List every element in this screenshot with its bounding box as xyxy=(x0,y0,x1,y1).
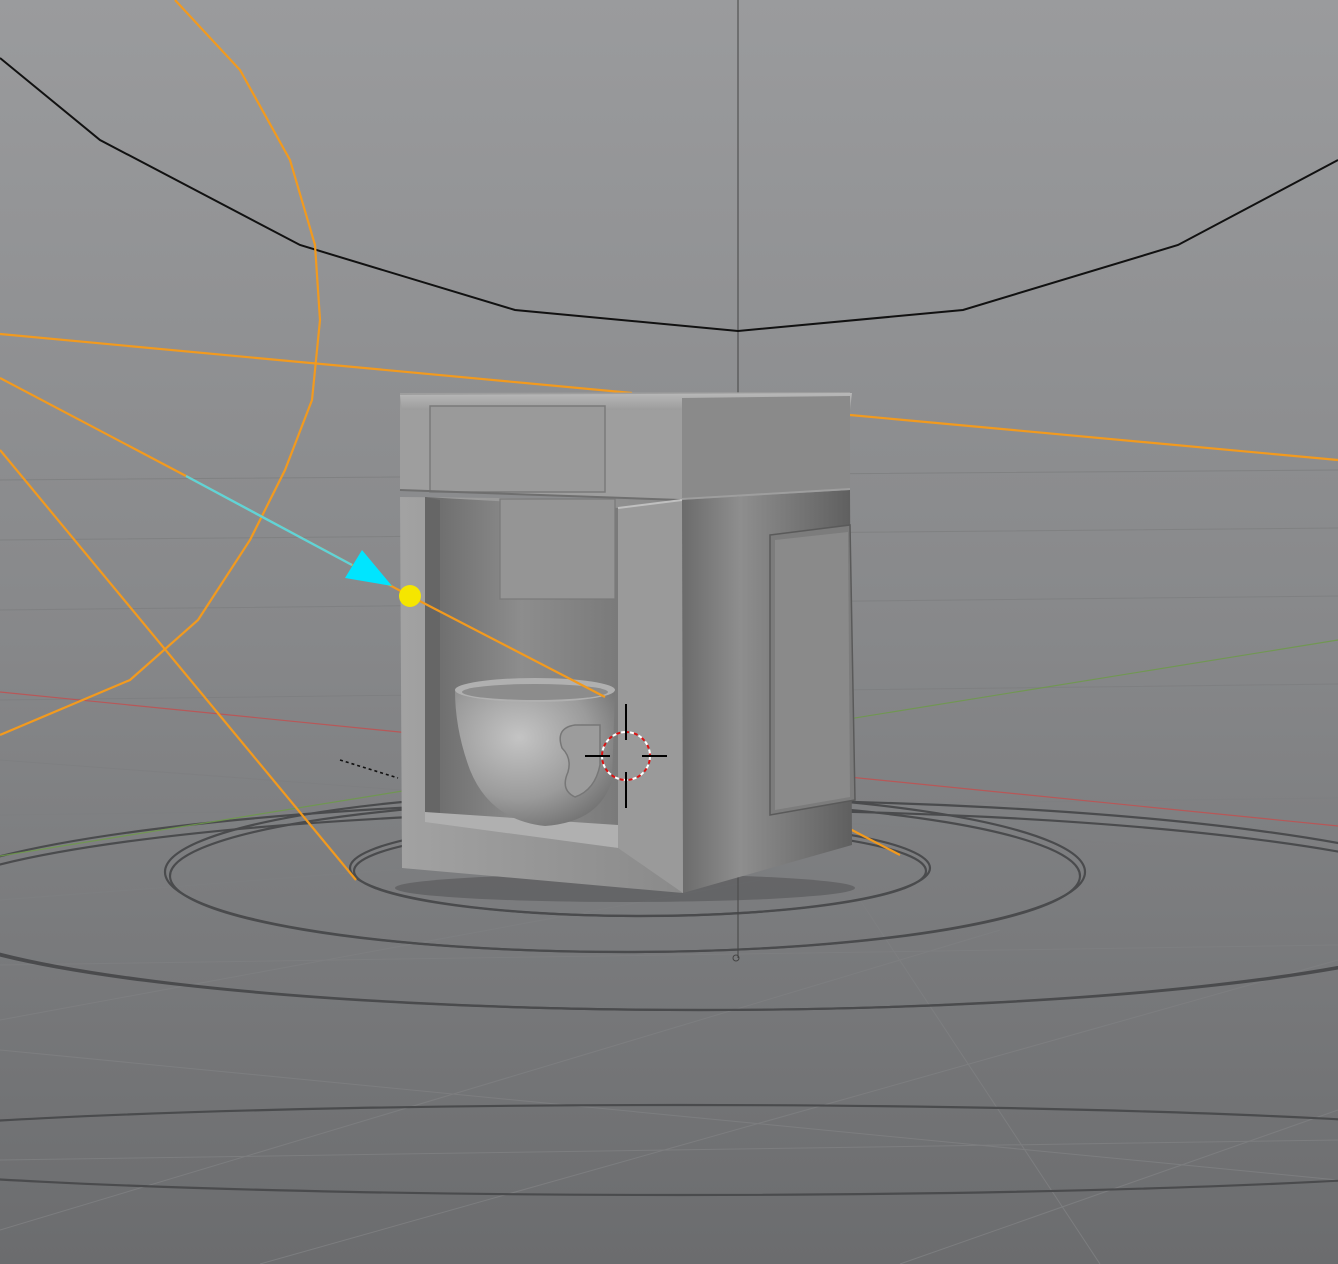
scene-canvas[interactable] xyxy=(0,0,1338,1264)
top-display-panel xyxy=(429,405,606,493)
brew-head xyxy=(499,498,616,600)
3d-viewport[interactable] xyxy=(0,0,1338,1264)
light-target-handle-icon[interactable] xyxy=(399,585,421,607)
coffee-machine-model[interactable] xyxy=(395,392,856,902)
